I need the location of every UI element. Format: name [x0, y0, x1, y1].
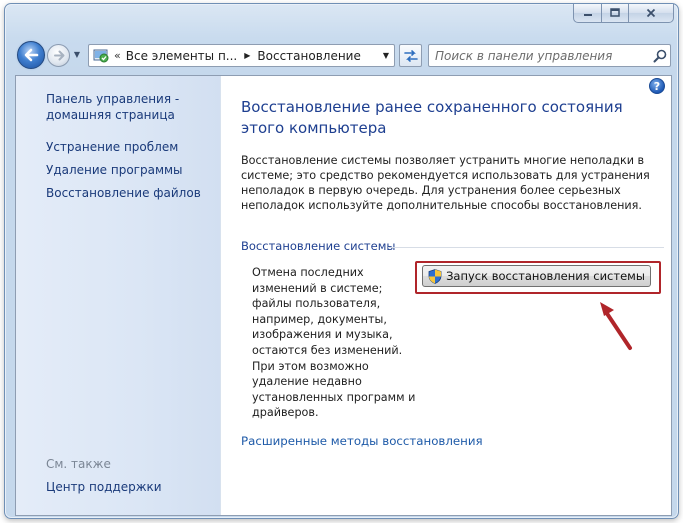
red-arrow-annotation — [600, 302, 632, 350]
file-recovery-link[interactable]: Восстановление файлов — [46, 185, 201, 201]
page-description: Восстановление системы позволяет устрани… — [241, 154, 650, 212]
maximize-icon — [610, 8, 620, 17]
breadcrumb-arrow-icon[interactable]: ▶ — [244, 51, 250, 60]
forward-button[interactable] — [47, 44, 70, 67]
search-box — [428, 44, 671, 67]
close-icon — [646, 8, 656, 18]
navigation-bar: ▼ « Все элементы п... ▶ Восстановление ▼ — [15, 40, 672, 72]
minimize-icon — [583, 14, 592, 16]
uninstall-program-link[interactable]: Удаление программы — [46, 162, 183, 178]
page-title: Восстановление ранее сохраненного состоя… — [241, 98, 623, 137]
troubleshooting-link[interactable]: Устранение проблем — [46, 139, 178, 155]
address-dropdown-icon[interactable]: ▼ — [378, 45, 394, 66]
back-arrow-icon — [24, 48, 39, 62]
left-pane: Панель управления - домашняя страница Ус… — [16, 76, 221, 515]
breadcrumb-recovery[interactable]: Восстановление — [257, 49, 360, 63]
help-icon[interactable]: ? — [649, 78, 665, 94]
close-button[interactable] — [629, 4, 674, 23]
refresh-button[interactable] — [399, 44, 422, 67]
uac-shield-icon — [428, 268, 442, 284]
recent-pages-dropdown[interactable]: ▼ — [72, 50, 82, 60]
see-also-label: См. также — [46, 457, 111, 471]
address-overflow-chevron[interactable]: « — [114, 49, 121, 62]
control-panel-home-link[interactable]: Панель управления - домашняя страница — [46, 91, 196, 123]
control-panel-icon — [92, 48, 110, 64]
caption-buttons — [573, 4, 674, 23]
start-system-restore-label: Запуск восстановления системы — [446, 269, 645, 283]
minimize-button[interactable] — [573, 4, 602, 23]
address-bar[interactable]: « Все элементы п... ▶ Восстановление ▼ — [88, 44, 395, 67]
system-restore-section-header: Восстановление системы — [241, 239, 396, 253]
advanced-recovery-methods-link[interactable]: Расширенные методы восстановления — [241, 434, 483, 448]
refresh-icon — [403, 49, 418, 62]
breadcrumb-all-items[interactable]: Все элементы п... — [126, 49, 238, 63]
forward-arrow-icon — [53, 50, 64, 61]
system-restore-description: Отмена последних изменений в системе; фа… — [252, 266, 416, 420]
section-divider — [388, 247, 664, 248]
start-system-restore-button[interactable]: Запуск восстановления системы — [422, 265, 651, 287]
search-input[interactable] — [429, 46, 650, 65]
search-icon[interactable] — [650, 46, 670, 66]
content-area: Панель управления - домашняя страница Ус… — [15, 75, 672, 516]
control-panel-window: ▼ « Все элементы п... ▶ Восстановление ▼ — [4, 3, 679, 519]
back-button[interactable] — [17, 41, 45, 69]
action-center-link[interactable]: Центр поддержки — [46, 479, 162, 495]
maximize-button[interactable] — [602, 4, 629, 23]
